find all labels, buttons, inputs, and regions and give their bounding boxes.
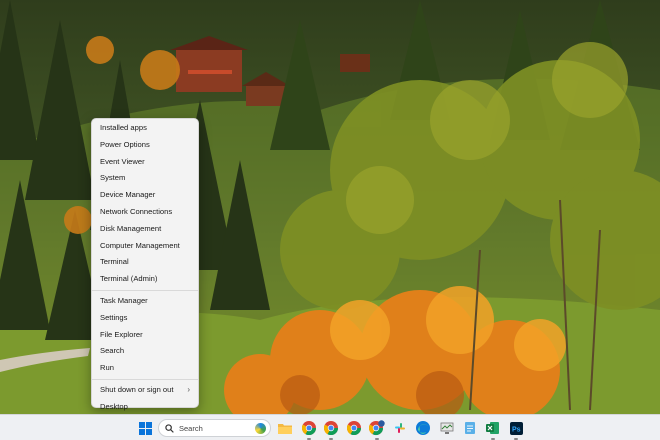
taskbar-search-box[interactable]: Search <box>158 419 271 437</box>
notepad-icon[interactable] <box>461 419 479 437</box>
menu-item-computer-management[interactable]: Computer Management <box>92 238 198 255</box>
svg-text:Ps: Ps <box>512 426 521 433</box>
menu-item-disk-management[interactable]: Disk Management <box>92 221 198 238</box>
menu-item-installed-apps[interactable]: Installed apps <box>92 120 198 137</box>
search-icon <box>165 423 174 433</box>
menu-item-task-manager[interactable]: Task Manager <box>92 293 198 310</box>
menu-item-terminal[interactable]: Terminal <box>92 254 198 271</box>
chrome-profile-icon[interactable] <box>368 419 386 440</box>
chrome-icon[interactable] <box>322 419 340 440</box>
menu-item-file-explorer[interactable]: File Explorer <box>92 327 198 344</box>
menu-item-terminal-admin[interactable]: Terminal (Admin) <box>92 271 198 288</box>
photoshop-icon[interactable]: Ps <box>507 419 525 440</box>
chrome-icon[interactable] <box>345 419 363 437</box>
menu-item-power-options[interactable]: Power Options <box>92 137 198 154</box>
search-placeholder: Search <box>179 423 203 433</box>
menu-item-label: Shut down or sign out <box>100 384 174 394</box>
network-monitor-icon[interactable] <box>438 419 456 437</box>
taskbar: Search Ps <box>0 414 660 440</box>
chrome-icon[interactable] <box>300 419 318 440</box>
slack-icon[interactable] <box>391 419 409 437</box>
menu-item-event-viewer[interactable]: Event Viewer <box>92 154 198 171</box>
windows-start-icon[interactable] <box>136 419 154 437</box>
copilot-icon[interactable] <box>255 423 266 434</box>
file-explorer-icon[interactable] <box>276 419 294 437</box>
menu-separator <box>92 289 198 291</box>
menu-item-network-connections[interactable]: Network Connections <box>92 204 198 221</box>
winx-context-menu: Installed apps Power Options Event Viewe… <box>91 118 199 411</box>
menu-separator <box>92 378 198 380</box>
menu-item-device-manager[interactable]: Device Manager <box>92 187 198 204</box>
menu-item-shut-down-or-sign-out[interactable]: Shut down or sign out › <box>92 382 198 399</box>
excel-icon[interactable] <box>484 419 502 440</box>
menu-item-settings[interactable]: Settings <box>92 310 198 327</box>
menu-item-search[interactable]: Search <box>92 343 198 360</box>
edge-icon[interactable] <box>414 419 432 437</box>
menu-item-system[interactable]: System <box>92 170 198 187</box>
chevron-right-icon: › <box>187 384 190 394</box>
menu-item-run[interactable]: Run <box>92 360 198 377</box>
